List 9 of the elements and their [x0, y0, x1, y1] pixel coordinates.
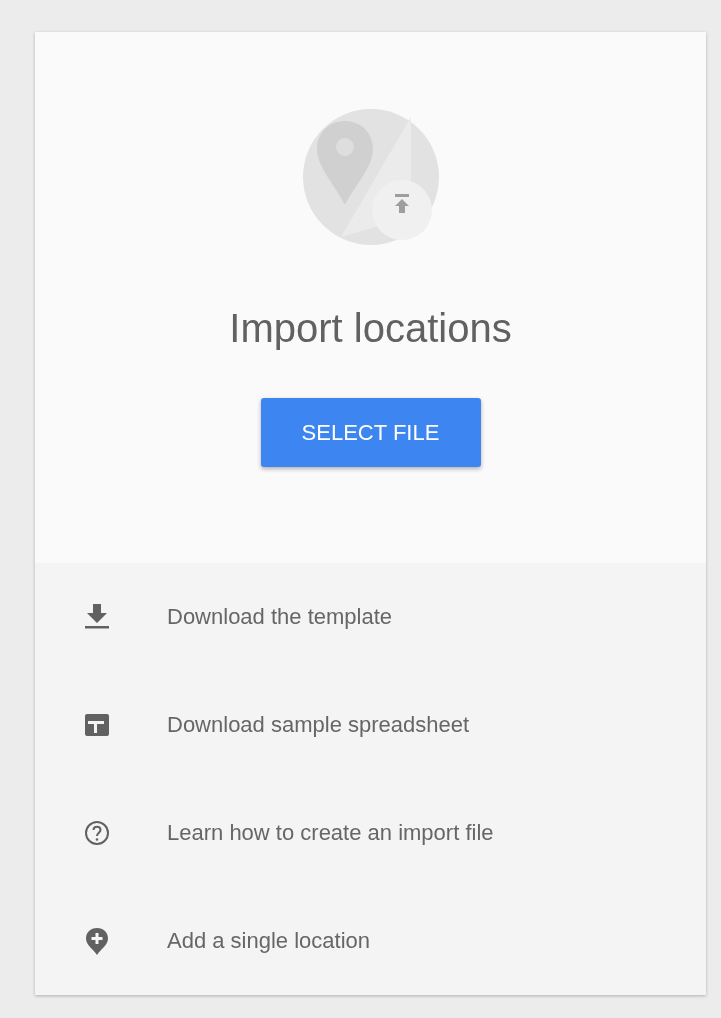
download-icon[interactable] [84, 602, 110, 632]
select-file-button[interactable]: SELECT FILE [260, 398, 481, 467]
help-icon[interactable] [84, 818, 110, 848]
option-link[interactable]: Learn how to create an import file [167, 820, 494, 846]
dialog-title: Import locations [229, 305, 512, 352]
option-link[interactable]: Add a single location [167, 928, 371, 954]
pin-plus-icon[interactable] [84, 926, 110, 956]
option-link[interactable]: Download the template [167, 604, 393, 630]
option-link[interactable]: Download sample spreadsheet [167, 712, 470, 738]
